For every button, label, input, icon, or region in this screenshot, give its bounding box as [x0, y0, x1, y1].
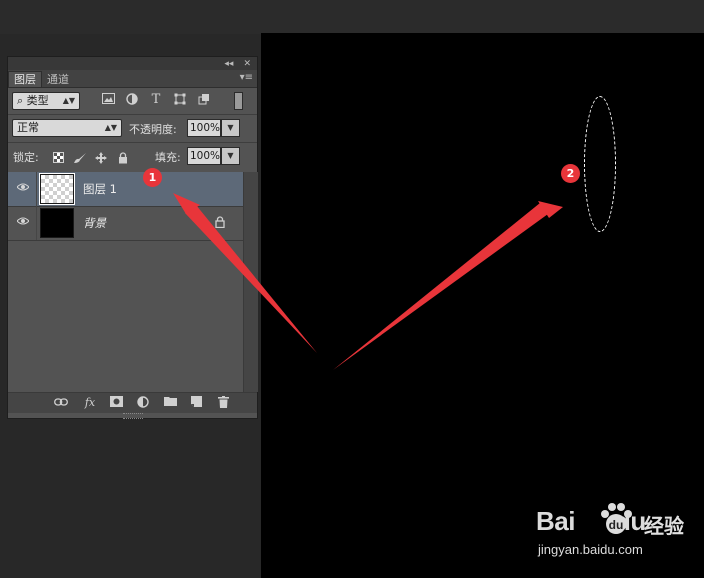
- annotation-arrows: [173, 193, 563, 370]
- annotation-badge-2: 2: [561, 164, 580, 183]
- baidu-paw-icon: du: [601, 503, 632, 534]
- annotation-arrow-2: [333, 203, 548, 370]
- svg-text:du: du: [609, 518, 624, 532]
- baidu-jingyan-watermark: Bai du du 经验 jingyan.baidu.com: [536, 498, 704, 578]
- annotation-arrow-1: [185, 205, 317, 353]
- watermark-jingyan-text: 经验: [644, 514, 684, 538]
- watermark-url: jingyan.baidu.com: [538, 542, 643, 557]
- annotation-badge-1: 1: [143, 168, 162, 187]
